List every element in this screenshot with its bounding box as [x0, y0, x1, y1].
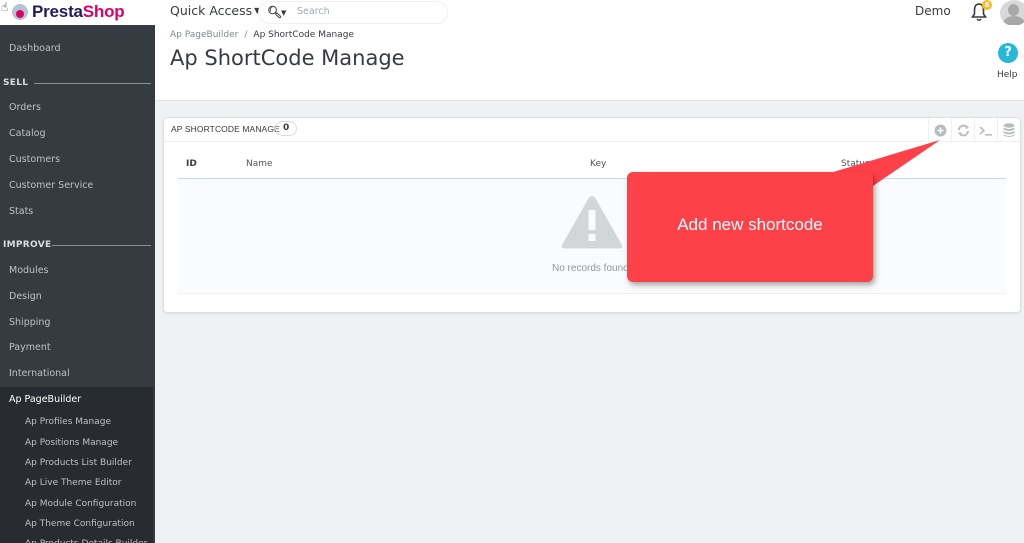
sidebar: Dashboard SELL Orders Catalog Customers … — [0, 25, 155, 543]
sidebar-subitem-theme-configuration[interactable]: Ap Theme Configuration — [25, 519, 135, 529]
column-header-status[interactable]: Status — [841, 159, 870, 169]
breadcrumb-item[interactable]: Ap PageBuilder — [170, 30, 238, 40]
sidebar-subitem-products-list-builder[interactable]: Ap Products List Builder — [25, 458, 132, 468]
sidebar-item-payment[interactable]: Payment — [9, 342, 51, 353]
sidebar-item-orders[interactable]: Orders — [9, 102, 41, 113]
terminal-icon — [979, 125, 992, 136]
sidebar-item-stats[interactable]: Stats — [9, 206, 33, 217]
empty-table-row: No records found — [178, 179, 1006, 294]
logo-text-part1: Presta — [32, 2, 83, 21]
section-divider — [34, 83, 151, 84]
sidebar-item-modules[interactable]: Modules — [9, 265, 49, 276]
caret-down-icon[interactable]: ▼ — [281, 9, 286, 17]
sidebar-item-ap-pagebuilder[interactable]: Ap PageBuilder — [9, 394, 81, 405]
plus-circle-icon — [934, 124, 946, 136]
notifications-badge: 6 — [982, 0, 992, 10]
refresh-button[interactable] — [951, 118, 974, 142]
breadcrumb-current: Ap ShortCode Manage — [253, 30, 354, 40]
panel-toolbar — [928, 118, 1020, 142]
logo-icon — [12, 4, 28, 20]
sidebar-item-dashboard[interactable]: Dashboard — [9, 43, 61, 54]
sidebar-subitem-module-configuration[interactable]: Ap Module Configuration — [25, 499, 136, 509]
panel-title: AP SHORTCODE MANAGE — [171, 124, 280, 134]
sidebar-subitem-products-details-builder[interactable]: Ap Products Details Builder — [25, 539, 147, 543]
sidebar-item-customers[interactable]: Customers — [9, 154, 60, 165]
show-sql-button[interactable] — [974, 118, 997, 142]
search-icon[interactable]: 🔍︎ — [267, 5, 282, 19]
sidebar-section-sell: SELL — [3, 78, 29, 88]
count-badge: 0 — [275, 121, 298, 136]
employee-name[interactable]: Demo — [915, 4, 951, 18]
top-bar: ☝ PrestaShop Quick Access▼ 🔍︎ ▼ Demo 6 — [0, 0, 1024, 26]
refresh-icon — [957, 124, 969, 136]
database-icon — [1003, 122, 1015, 137]
column-header-key[interactable]: Key — [590, 159, 606, 169]
quick-access-label: Quick Access — [170, 3, 253, 18]
page-title: Ap ShortCode Manage — [170, 46, 405, 70]
sidebar-section-improve: IMPROVE — [3, 240, 52, 250]
avatar[interactable] — [1000, 0, 1024, 26]
export-sql-button[interactable] — [997, 118, 1020, 142]
sidebar-subitem-positions[interactable]: Ap Positions Manage — [25, 438, 118, 448]
page-header: Ap PageBuilder / Ap ShortCode Manage Ap Sh… — [155, 25, 1024, 101]
help-label[interactable]: Help — [997, 70, 1018, 80]
breadcrumb: Ap PageBuilder / Ap ShortCode Manage — [170, 30, 354, 40]
search-box: 🔍︎ ▼ — [258, 1, 448, 24]
search-input[interactable] — [297, 6, 437, 17]
help-icon[interactable]: ? — [998, 43, 1018, 63]
column-header-name[interactable]: Name — [246, 159, 273, 169]
sidebar-active-group: Ap PageBuilder Ap Profiles Manage Ap Pos… — [0, 387, 153, 543]
sidebar-subitem-live-theme-editor[interactable]: Ap Live Theme Editor — [25, 478, 122, 488]
sidebar-item-catalog[interactable]: Catalog — [9, 128, 45, 139]
quick-access-dropdown[interactable]: Quick Access▼ — [170, 3, 260, 18]
column-header-id[interactable]: ID — [186, 159, 197, 169]
add-new-button[interactable] — [928, 118, 951, 142]
breadcrumb-separator: / — [244, 30, 248, 40]
sidebar-item-shipping[interactable]: Shipping — [9, 317, 50, 328]
hand-cursor-icon: ☝ — [1, 0, 9, 14]
logo-text: PrestaShop — [32, 2, 125, 22]
sidebar-subitem-profiles[interactable]: Ap Profiles Manage — [25, 417, 111, 427]
logo-text-part2: Shop — [82, 2, 125, 21]
sidebar-item-customer-service[interactable]: Customer Service — [9, 180, 93, 191]
panel-heading: AP SHORTCODE MANAGE 0 — [164, 118, 1020, 142]
section-divider — [52, 245, 151, 246]
sidebar-item-international[interactable]: International — [9, 368, 70, 379]
empty-message: No records found — [552, 263, 629, 274]
warning-icon — [561, 196, 623, 249]
shortcode-panel: AP SHORTCODE MANAGE 0 ID Name Key Status — [163, 117, 1021, 313]
sidebar-item-design[interactable]: Design — [9, 291, 42, 302]
